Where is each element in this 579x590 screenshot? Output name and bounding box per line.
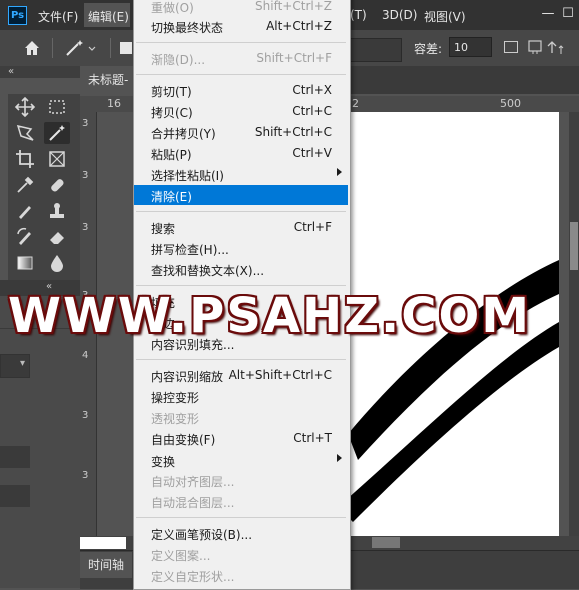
menu-item-cut[interactable]: 剪切(T) Ctrl+X [134, 80, 348, 100]
ruler-label: 3 [82, 118, 89, 129]
brush-tool-icon[interactable] [12, 200, 38, 222]
eyedropper-tool-icon[interactable] [12, 174, 38, 196]
tolerance-label: 容差: [414, 42, 443, 56]
healing-brush-tool-icon[interactable] [44, 174, 70, 196]
sample-all-layers-icon[interactable] [528, 38, 568, 62]
menu-item-toggle-last-state[interactable]: 切换最终状态 Alt+Ctrl+Z [134, 16, 348, 36]
menu-separator [136, 285, 346, 286]
vertical-scrollbar-thumb[interactable] [570, 222, 578, 270]
magic-wand-preset-icon[interactable] [63, 38, 99, 58]
clone-stamp-tool-icon[interactable] [44, 200, 70, 222]
move-tool-icon[interactable] [12, 96, 38, 118]
menu-item-search[interactable]: 搜索 Ctrl+F [134, 217, 348, 237]
blur-tool-icon[interactable] [44, 252, 70, 274]
menu-item-content-aware-scale[interactable]: 内容识别缩放 Alt+Shift+Ctrl+C [134, 365, 348, 385]
zoom-field[interactable] [80, 537, 126, 549]
menu-3d[interactable]: 3D(D) [382, 8, 417, 22]
menu-item-paste-special[interactable]: 选择性粘贴(I) [134, 164, 348, 184]
panel-dropdown[interactable]: ▾ [0, 354, 30, 378]
panel-field[interactable] [0, 446, 30, 468]
menu-filter[interactable]: (T) [350, 8, 367, 22]
menu-item-paste[interactable]: 粘贴(P) Ctrl+V [134, 143, 348, 163]
ruler-label: 3 [82, 470, 89, 481]
minimize-button[interactable]: — [538, 5, 558, 23]
ruler-label: 3 [82, 170, 89, 181]
menu-item-define-custom-shape[interactable]: 定义自定形状... [134, 565, 348, 585]
options-separator [52, 38, 53, 58]
tab-timeline[interactable]: 时间轴 [80, 552, 132, 578]
menu-item-free-transform[interactable]: 自由变换(F) Ctrl+T [134, 428, 348, 448]
menu-edit[interactable]: 编辑(E) [88, 8, 129, 25]
photoshop-logo[interactable]: Ps [8, 6, 27, 25]
menu-item-define-brush-preset[interactable]: 定义画笔预设(B)... [134, 523, 348, 543]
lasso-tool-icon[interactable] [12, 122, 38, 144]
home-icon[interactable] [22, 39, 42, 57]
menu-item-clear[interactable]: 清除(E) [134, 185, 348, 205]
ruler-label: 4 [82, 350, 89, 361]
menu-item-perspective-warp[interactable]: 透视变形 [134, 407, 348, 427]
menu-item-copy[interactable]: 拷贝(C) Ctrl+C [134, 101, 348, 121]
gradient-tool-icon[interactable] [12, 252, 38, 274]
marquee-tool-icon[interactable] [44, 96, 70, 118]
menu-item-transform[interactable]: 变换 [134, 450, 348, 470]
ruler-label: 500 [500, 97, 521, 110]
maximize-button[interactable]: ☐ [558, 5, 578, 23]
horizontal-scrollbar-thumb[interactable] [372, 537, 400, 548]
menu-item-define-pattern[interactable]: 定义图案... [134, 544, 348, 564]
ruler-label: 2 [352, 97, 359, 110]
tolerance-input[interactable]: 10 [449, 37, 492, 57]
magic-wand-tool-icon[interactable] [44, 122, 70, 144]
menu-separator [136, 42, 346, 43]
options-separator [110, 38, 111, 58]
document-tab[interactable]: 未标题- [80, 66, 134, 94]
collapse-chevron-icon[interactable]: « [8, 66, 14, 77]
menu-separator [136, 74, 346, 75]
new-selection-icon[interactable] [120, 42, 132, 54]
ruler-label: 16 [107, 97, 121, 110]
panel-field[interactable] [0, 485, 30, 507]
menu-separator [136, 359, 346, 360]
crop-tool-icon[interactable] [12, 148, 38, 170]
history-brush-tool-icon[interactable] [12, 226, 38, 248]
watermark: WWW.PSAHZ.COM [8, 288, 532, 344]
ruler-label: 3 [82, 222, 89, 233]
menu-item-auto-blend-layers[interactable]: 自动混合图层... [134, 491, 348, 511]
menu-separator [136, 211, 346, 212]
menu-item-find-replace[interactable]: 查找和替换文本(X)... [134, 259, 348, 279]
submenu-arrow-icon [337, 168, 342, 176]
eraser-tool-icon[interactable] [44, 226, 70, 248]
menu-item-copy-merged[interactable]: 合并拷贝(Y) Shift+Ctrl+C [134, 122, 348, 142]
menu-item-puppet-warp[interactable]: 操控变形 [134, 386, 348, 406]
frame-tool-icon[interactable] [44, 148, 70, 170]
menu-view[interactable]: 视图(V) [424, 8, 466, 25]
menu-item-auto-align-layers[interactable]: 自动对齐图层... [134, 470, 348, 490]
menu-item-fade[interactable]: 渐隐(D)... Shift+Ctrl+F [134, 48, 348, 68]
menu-item-redo[interactable]: 重做(O) Shift+Ctrl+Z [134, 0, 348, 16]
chevron-down-icon: ▾ [19, 358, 25, 369]
anti-alias-checkbox[interactable] [504, 41, 518, 53]
menu-separator [136, 517, 346, 518]
ruler-label: 3 [82, 410, 89, 421]
sample-size-select[interactable] [348, 38, 402, 62]
menu-item-spell-check[interactable]: 拼写检查(H)... [134, 238, 348, 258]
submenu-arrow-icon [337, 454, 342, 462]
menu-file[interactable]: 文件(F) [38, 8, 78, 25]
